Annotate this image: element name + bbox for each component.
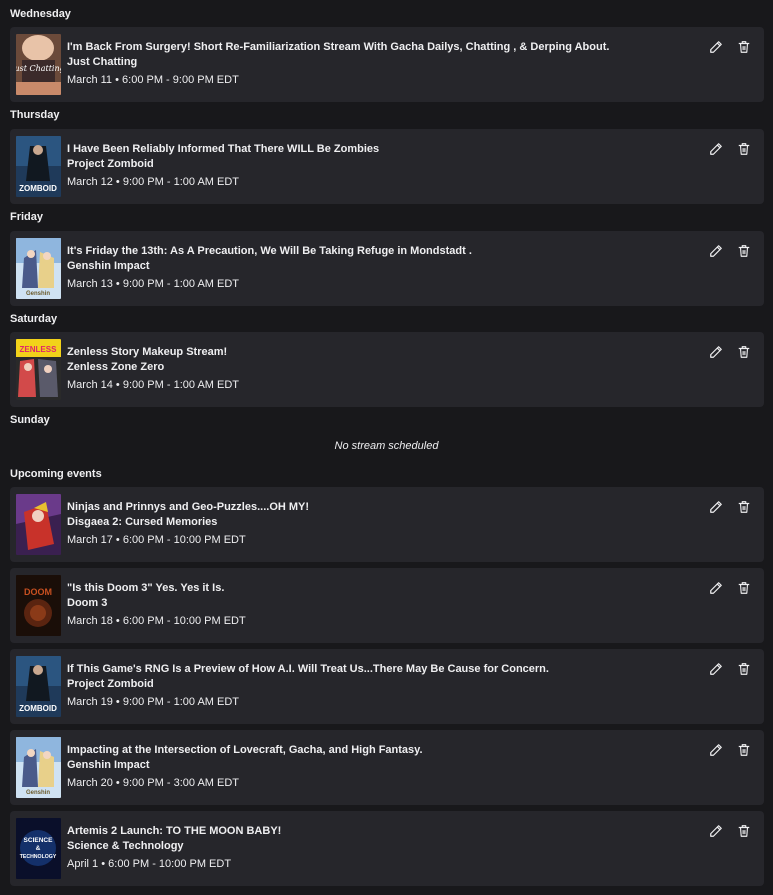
edit-pencil-icon[interactable] <box>708 344 724 360</box>
stream-time: March 20 • 9:00 PM - 3:00 AM EDT <box>67 777 239 789</box>
stream-time: March 12 • 9:00 PM - 1:00 AM EDT <box>67 176 239 188</box>
day-heading-saturday: Saturday <box>10 313 58 325</box>
upcoming-events-heading: Upcoming events <box>10 468 102 480</box>
day-heading-sunday: Sunday <box>10 414 50 426</box>
svg-text:Just Chatting: Just Chatting <box>16 64 61 73</box>
delete-trash-icon[interactable] <box>736 823 752 839</box>
edit-pencil-icon[interactable] <box>708 742 724 758</box>
stream-time: March 18 • 6:00 PM - 10:00 PM EDT <box>67 615 246 627</box>
edit-pencil-icon[interactable] <box>708 499 724 515</box>
delete-trash-icon[interactable] <box>736 742 752 758</box>
svg-text:ZENLESS: ZENLESS <box>20 345 58 354</box>
svg-text:&: & <box>36 845 41 852</box>
genshin-impact-thumbnail: Genshin <box>16 737 61 798</box>
edit-pencil-icon[interactable] <box>708 580 724 596</box>
stream-time: March 17 • 6:00 PM - 10:00 PM EDT <box>67 534 246 546</box>
stream-card[interactable]: ZOMBOID If This Game's RNG Is a Preview … <box>10 649 764 724</box>
stream-time: March 19 • 9:00 PM - 1:00 AM EDT <box>67 696 239 708</box>
stream-time: April 1 • 6:00 PM - 10:00 PM EDT <box>67 858 232 870</box>
day-heading-wednesday: Wednesday <box>10 8 71 20</box>
stream-title: I Have Been Reliably Informed That There… <box>67 143 380 155</box>
delete-trash-icon[interactable] <box>736 344 752 360</box>
delete-trash-icon[interactable] <box>736 243 752 259</box>
stream-category: Project Zomboid <box>67 158 154 170</box>
stream-title: Artemis 2 Launch: TO THE MOON BABY! <box>67 825 282 837</box>
day-heading-thursday: Thursday <box>10 109 60 121</box>
stream-category: Genshin Impact <box>67 260 150 272</box>
just-chatting-thumbnail: Just Chatting <box>16 34 61 95</box>
svg-text:TECHNOLOGY: TECHNOLOGY <box>20 854 57 860</box>
stream-time: March 11 • 6:00 PM - 9:00 PM EDT <box>67 74 239 86</box>
svg-text:SCIENCE: SCIENCE <box>24 837 54 844</box>
stream-card[interactable]: Ninjas and Prinnys and Geo-Puzzles....OH… <box>10 487 764 562</box>
stream-time: March 13 • 9:00 PM - 1:00 AM EDT <box>67 278 239 290</box>
genshin-impact-thumbnail: Genshin <box>16 238 61 299</box>
stream-card[interactable]: Genshin Impacting at the Intersection of… <box>10 730 764 805</box>
stream-category: Disgaea 2: Cursed Memories <box>67 516 218 528</box>
stream-category: Just Chatting <box>67 56 138 68</box>
stream-category: Science & Technology <box>67 840 184 852</box>
edit-pencil-icon[interactable] <box>708 823 724 839</box>
project-zomboid-thumbnail: ZOMBOID <box>16 656 61 717</box>
stream-card[interactable]: DOOM "Is this Doom 3" Yes. Yes it Is. Do… <box>10 568 764 643</box>
stream-category: Project Zomboid <box>67 678 154 690</box>
stream-card[interactable]: Genshin It's Friday the 13th: As A Preca… <box>10 231 764 306</box>
delete-trash-icon[interactable] <box>736 39 752 55</box>
delete-trash-icon[interactable] <box>736 499 752 515</box>
edit-pencil-icon[interactable] <box>708 39 724 55</box>
stream-title: It's Friday the 13th: As A Precaution, W… <box>67 245 472 257</box>
zenless-zone-zero-thumbnail: ZENLESS <box>16 339 61 400</box>
stream-card[interactable]: SCIENCE & TECHNOLOGY Artemis 2 Launch: T… <box>10 811 764 886</box>
stream-title: Zenless Story Makeup Stream! <box>67 346 228 358</box>
stream-category: Zenless Zone Zero <box>67 361 165 373</box>
stream-time: March 14 • 9:00 PM - 1:00 AM EDT <box>67 379 239 391</box>
science-technology-thumbnail: SCIENCE & TECHNOLOGY <box>16 818 61 879</box>
svg-text:ZOMBOID: ZOMBOID <box>19 184 57 193</box>
edit-pencil-icon[interactable] <box>708 243 724 259</box>
delete-trash-icon[interactable] <box>736 141 752 157</box>
delete-trash-icon[interactable] <box>736 580 752 596</box>
project-zomboid-thumbnail: ZOMBOID <box>16 136 61 197</box>
stream-title: "Is this Doom 3" Yes. Yes it Is. <box>67 582 225 594</box>
svg-text:ZOMBOID: ZOMBOID <box>19 704 57 713</box>
stream-title: I'm Back From Surgery! Short Re-Familiar… <box>67 41 610 53</box>
schedule-panel: Wednesday Just Chatting I'm Back From Su… <box>0 0 773 895</box>
no-stream-message: No stream scheduled <box>334 440 439 452</box>
stream-title: If This Game's RNG Is a Preview of How A… <box>67 663 549 675</box>
stream-title: Ninjas and Prinnys and Geo-Puzzles....OH… <box>67 501 310 513</box>
edit-pencil-icon[interactable] <box>708 141 724 157</box>
delete-trash-icon[interactable] <box>736 661 752 677</box>
edit-pencil-icon[interactable] <box>708 661 724 677</box>
svg-text:Genshin: Genshin <box>26 291 50 297</box>
stream-category: Genshin Impact <box>67 759 150 771</box>
doom-3-thumbnail: DOOM <box>16 575 61 636</box>
stream-card[interactable]: ZENLESS Zenless Story Makeup Stream! Zen… <box>10 332 764 407</box>
day-heading-friday: Friday <box>10 211 44 223</box>
stream-title: Impacting at the Intersection of Lovecra… <box>67 744 423 756</box>
svg-text:DOOM: DOOM <box>24 587 52 597</box>
stream-card[interactable]: ZOMBOID I Have Been Reliably Informed Th… <box>10 129 764 204</box>
svg-text:Genshin: Genshin <box>26 790 50 796</box>
stream-card[interactable]: Just Chatting I'm Back From Surgery! Sho… <box>10 27 764 102</box>
stream-category: Doom 3 <box>67 597 108 609</box>
disgaea-2-thumbnail <box>16 494 61 555</box>
